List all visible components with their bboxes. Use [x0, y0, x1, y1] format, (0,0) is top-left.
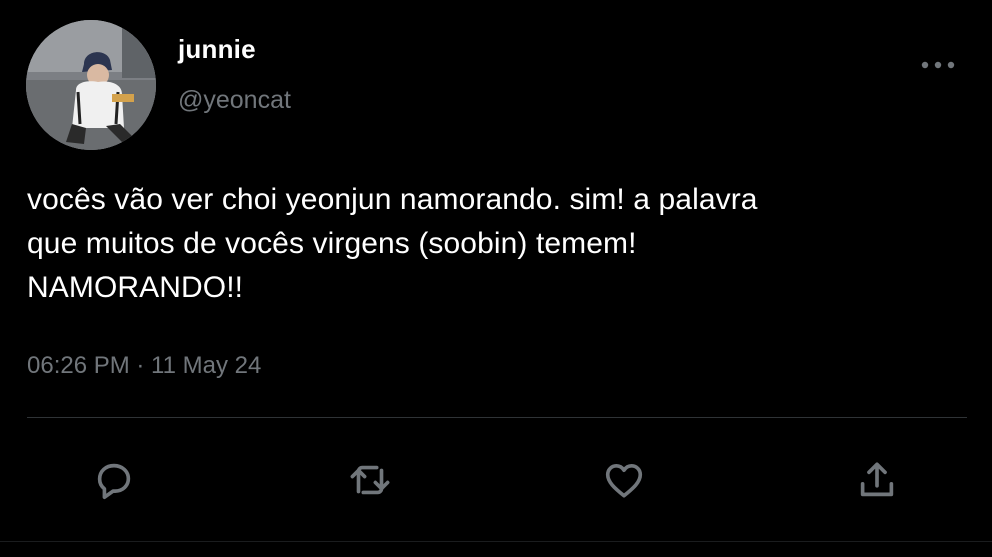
author-handle[interactable]: @yeoncat [178, 86, 291, 115]
tweet-text: vocês vão ver choi yeonjun namorando. si… [27, 183, 758, 304]
share-button[interactable] [853, 456, 901, 504]
share-icon [860, 462, 894, 497]
author-display-name[interactable]: junnie [178, 34, 256, 65]
avatar[interactable] [26, 20, 156, 150]
more-options-icon [921, 61, 955, 69]
tweet-timestamp[interactable]: 06:26 PM · 11 May 24 [27, 352, 261, 380]
retweet-icon [350, 465, 390, 495]
more-options-button[interactable] [918, 52, 958, 78]
reply-icon [97, 463, 131, 500]
profile-photo [26, 20, 156, 150]
retweet-button[interactable] [346, 456, 394, 504]
like-button[interactable] [600, 456, 648, 504]
like-icon [605, 463, 643, 498]
reply-button[interactable] [90, 456, 138, 504]
bottom-divider [0, 541, 992, 542]
divider [27, 417, 967, 418]
